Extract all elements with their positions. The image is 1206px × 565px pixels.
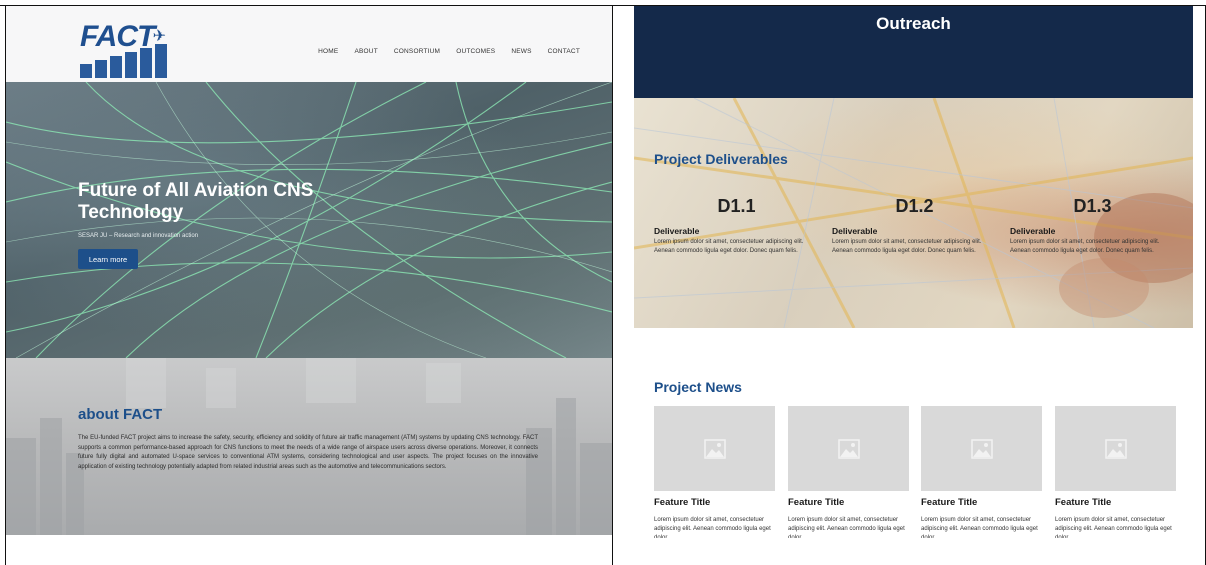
card-text: Lorem ipsum dolor sit amet, consectetuer… (654, 517, 771, 538)
home-page-mockup: FACT ✈ HOME ABOUT CONSORTIUM OUTCOMES NE… (6, 6, 612, 535)
image-placeholder (921, 406, 1042, 491)
card-text: Lorem ipsum dolor sit amet, consectetuer… (788, 517, 905, 538)
learn-more-button[interactable]: Learn more (78, 249, 138, 269)
card-title: Feature Title (921, 497, 978, 508)
deliverable-label: Deliverable (832, 226, 878, 236)
hero-section: Future of All Aviation CNS Technology SE… (6, 82, 612, 358)
image-placeholder-icon (1104, 438, 1127, 459)
deliverable-label: Deliverable (1010, 226, 1056, 236)
image-placeholder (654, 406, 775, 491)
image-placeholder-icon (837, 438, 860, 459)
card-title: Feature Title (1055, 497, 1112, 508)
card-text: Lorem ipsum dolor sit amet, consectetuer… (1055, 517, 1172, 538)
about-title: about FACT (78, 406, 163, 423)
main-nav: HOME ABOUT CONSORTIUM OUTCOMES NEWS CONT… (318, 48, 580, 55)
nav-about[interactable]: ABOUT (354, 48, 377, 55)
outreach-page-mockup: Outreach Project Deliverables D1.1 Deliv… (634, 6, 1193, 554)
middle-border (612, 5, 613, 565)
deliverable-text: Lorem ipsum dolor sit amet, consectetuer… (832, 239, 982, 254)
hero-title: Future of All Aviation CNS Technology (78, 180, 314, 224)
outreach-header: Outreach (634, 6, 1193, 98)
image-placeholder (788, 406, 909, 491)
card-text: Lorem ipsum dolor sit amet, consectetuer… (921, 517, 1038, 538)
nav-home[interactable]: HOME (318, 48, 338, 55)
nav-consortium[interactable]: CONSORTIUM (394, 48, 440, 55)
deliverables-section: Project Deliverables D1.1 Deliverable Lo… (634, 98, 1193, 328)
deliverable-text: Lorem ipsum dolor sit amet, consectetuer… (1010, 239, 1160, 254)
news-card[interactable]: Feature Title Lorem ipsum dolor sit amet… (1055, 406, 1176, 538)
nav-contact[interactable]: CONTACT (548, 48, 580, 55)
deliverable-text: Lorem ipsum dolor sit amet, consectetuer… (654, 239, 804, 254)
deliverable-item[interactable]: D1.2 Deliverable Lorem ipsum dolor sit a… (832, 196, 997, 255)
about-section: about FACT The EU-funded FACT project ai… (6, 358, 612, 535)
deliverable-item[interactable]: D1.1 Deliverable Lorem ipsum dolor sit a… (654, 196, 819, 255)
deliverable-code: D1.3 (1073, 196, 1112, 216)
news-card[interactable]: Feature Title Lorem ipsum dolor sit amet… (921, 406, 1042, 538)
fact-logo[interactable]: FACT ✈ (80, 20, 170, 78)
logo-bars (80, 44, 167, 78)
outreach-title: Outreach (876, 14, 951, 33)
deliverable-item[interactable]: D1.3 Deliverable Lorem ipsum dolor sit a… (1010, 196, 1175, 255)
nav-outcomes[interactable]: OUTCOMES (456, 48, 495, 55)
image-placeholder-icon (703, 438, 726, 459)
card-title: Feature Title (654, 497, 711, 508)
news-title: Project News (654, 379, 742, 395)
deliverable-code: D1.2 (895, 196, 934, 216)
nav-news[interactable]: NEWS (511, 48, 531, 55)
hero-subtitle: SESAR JU – Research and innovation actio… (78, 233, 199, 239)
airplane-icon: ✈ (152, 28, 166, 45)
image-placeholder-icon (970, 438, 993, 459)
news-card[interactable]: Feature Title Lorem ipsum dolor sit amet… (654, 406, 775, 538)
news-card[interactable]: Feature Title Lorem ipsum dolor sit amet… (788, 406, 909, 538)
mockup-frame: FACT ✈ HOME ABOUT CONSORTIUM OUTCOMES NE… (0, 0, 1206, 565)
about-text: The EU-funded FACT project aims to incre… (78, 435, 538, 470)
image-placeholder (1055, 406, 1176, 491)
card-title: Feature Title (788, 497, 845, 508)
deliverables-title: Project Deliverables (654, 151, 788, 167)
deliverable-code: D1.1 (717, 196, 756, 216)
site-header: FACT ✈ HOME ABOUT CONSORTIUM OUTCOMES NE… (6, 6, 612, 82)
deliverable-label: Deliverable (654, 226, 700, 236)
